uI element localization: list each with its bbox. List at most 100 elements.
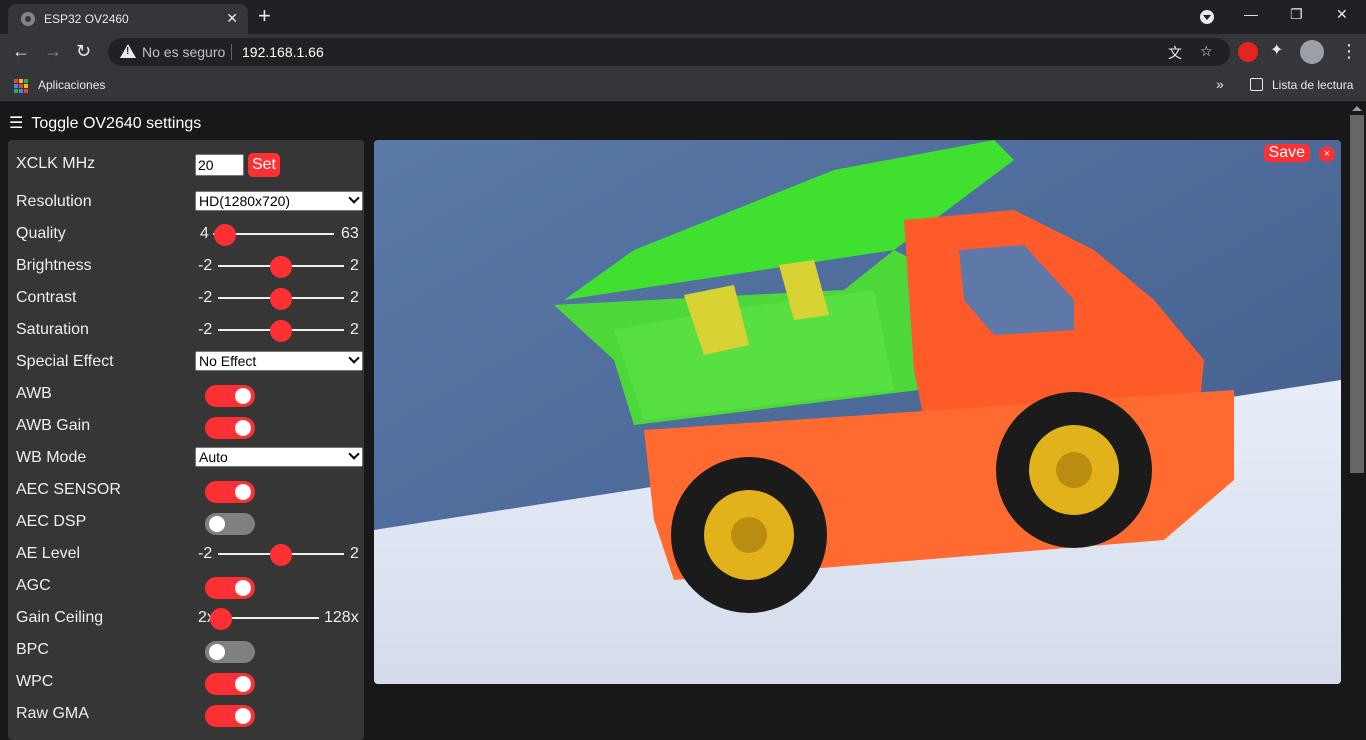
minimize-button[interactable]: — [1244, 6, 1258, 22]
toggle-knob [235, 420, 251, 436]
save-button[interactable]: Save [1263, 144, 1310, 162]
gain-ceiling-slider-thumb[interactable] [210, 608, 232, 630]
hamburger-icon: ☰ [9, 115, 24, 132]
translate-icon[interactable]: 文 [1168, 43, 1182, 63]
scrollbar-thumb[interactable] [1350, 115, 1364, 473]
tab-close-icon[interactable]: ✕ [226, 10, 238, 27]
xclk-row: XCLK MHz 20 Set [16, 153, 356, 177]
raw-gma-row: Raw GMA [16, 703, 356, 727]
ae-level-slider-thumb[interactable] [270, 544, 292, 566]
security-text[interactable]: No es seguro [142, 44, 225, 60]
xclk-set-button[interactable]: Set [248, 153, 280, 177]
apps-grid-icon[interactable] [14, 79, 28, 93]
camera-stream: Save × [374, 140, 1341, 684]
special-effect-row: Special Effect No Effect [16, 351, 363, 373]
brightness-max: 2 [350, 257, 359, 274]
saturation-min: -2 [198, 321, 213, 338]
toggle-knob [235, 708, 251, 724]
gain-ceiling-max: 128x [324, 609, 359, 626]
wpc-label: WPC [16, 673, 54, 690]
brightness-min: -2 [198, 257, 213, 274]
wpc-toggle[interactable] [205, 673, 255, 695]
aec-dsp-row: AEC DSP [16, 511, 356, 535]
awb-gain-toggle[interactable] [205, 417, 255, 439]
bpc-row: BPC [16, 639, 356, 663]
toggle-knob [235, 580, 251, 596]
toggle-settings-label: Toggle OV2640 settings [31, 115, 202, 132]
chevron-down-icon [348, 352, 360, 364]
toggle-knob [235, 484, 251, 500]
awb-row: AWB [16, 383, 356, 407]
agc-toggle[interactable] [205, 577, 255, 599]
restore-button[interactable]: ❐ [1290, 6, 1303, 23]
new-tab-button[interactable]: + [258, 4, 271, 28]
gain-ceiling-slider-track[interactable] [221, 617, 319, 619]
awb-toggle[interactable] [205, 385, 255, 407]
saturation-row: Saturation -2 2 [16, 319, 359, 342]
warning-icon[interactable] [120, 44, 136, 58]
reading-list-icon[interactable] [1250, 78, 1263, 91]
xclk-input[interactable]: 20 [195, 154, 244, 176]
settings-panel: XCLK MHz 20 Set Resolution HD(1280x720) … [8, 140, 364, 740]
toggle-settings-button[interactable]: ☰ Toggle OV2640 settings [9, 113, 201, 133]
agc-label: AGC [16, 577, 51, 594]
gain-ceiling-label: Gain Ceiling [16, 609, 104, 626]
bookmarks-bar: Aplicaciones » Lista de lectura [0, 70, 1366, 102]
quality-row: Quality 4 63 [16, 223, 359, 246]
bpc-label: BPC [16, 641, 49, 658]
agc-row: AGC [16, 575, 356, 599]
contrast-slider-thumb[interactable] [270, 288, 292, 310]
aec-sensor-toggle[interactable] [205, 481, 255, 503]
resolution-label: Resolution [16, 193, 92, 210]
aec-dsp-label: AEC DSP [16, 513, 87, 530]
contrast-min: -2 [198, 289, 213, 306]
star-icon[interactable]: ☆ [1200, 43, 1213, 60]
toggle-knob [235, 388, 251, 404]
saturation-slider-thumb[interactable] [270, 320, 292, 342]
special-effect-select[interactable]: No Effect [195, 351, 363, 371]
divider [231, 44, 232, 60]
bookmark-apps[interactable]: Aplicaciones [38, 78, 105, 92]
ae-level-label: AE Level [16, 545, 81, 562]
toggle-knob [209, 644, 225, 660]
xclk-label: XCLK MHz [16, 155, 96, 172]
brightness-row: Brightness -2 2 [16, 255, 359, 278]
bookmarks-more-button[interactable]: » [1216, 76, 1224, 92]
avatar[interactable] [1300, 40, 1324, 64]
menu-icon[interactable]: ⋮ [1340, 40, 1358, 62]
reload-button[interactable]: ↻ [76, 40, 91, 62]
awb-label: AWB [16, 385, 52, 402]
browser-tab[interactable]: ESP32 OV2460 ✕ [8, 4, 248, 34]
quality-slider-thumb[interactable] [214, 224, 237, 246]
close-stream-button[interactable]: × [1319, 146, 1335, 162]
scroll-up-arrow-icon[interactable] [1352, 106, 1362, 111]
ae-level-min: -2 [198, 545, 213, 562]
special-effect-label: Special Effect [16, 353, 114, 370]
resolution-select[interactable]: HD(1280x720) [195, 191, 363, 211]
browser-toolbar: ← → ↻ No es seguro 192.168.1.66 文 ☆ ✦ ⋮ [0, 34, 1366, 70]
contrast-row: Contrast -2 2 [16, 287, 359, 310]
toggle-knob [235, 676, 251, 692]
address-bar[interactable]: No es seguro 192.168.1.66 文 ☆ [108, 38, 1230, 66]
reading-list-button[interactable]: Lista de lectura [1272, 78, 1353, 92]
forward-button[interactable]: → [44, 40, 62, 62]
puzzle-icon[interactable]: ✦ [1270, 40, 1283, 62]
quality-label: Quality [16, 225, 66, 242]
special-effect-value: No Effect [199, 353, 257, 369]
wb-mode-value: Auto [199, 449, 228, 465]
url-text[interactable]: 192.168.1.66 [242, 44, 324, 60]
extension-icon[interactable] [1238, 42, 1258, 62]
tab-search-icon[interactable] [1200, 10, 1214, 24]
brightness-slider-thumb[interactable] [270, 256, 292, 278]
chevron-down-icon [348, 448, 360, 460]
aec-sensor-row: AEC SENSOR [16, 479, 356, 503]
chevron-down-icon [348, 192, 360, 204]
gain-ceiling-row: Gain Ceiling 2x 128x [16, 607, 359, 630]
wb-mode-select[interactable]: Auto [195, 447, 363, 467]
bpc-toggle[interactable] [205, 641, 255, 663]
aec-dsp-toggle[interactable] [205, 513, 255, 535]
back-button[interactable]: ← [12, 40, 30, 62]
ae-level-max: 2 [350, 545, 359, 562]
contrast-label: Contrast [16, 289, 77, 306]
window-close-button[interactable]: ✕ [1336, 6, 1348, 23]
